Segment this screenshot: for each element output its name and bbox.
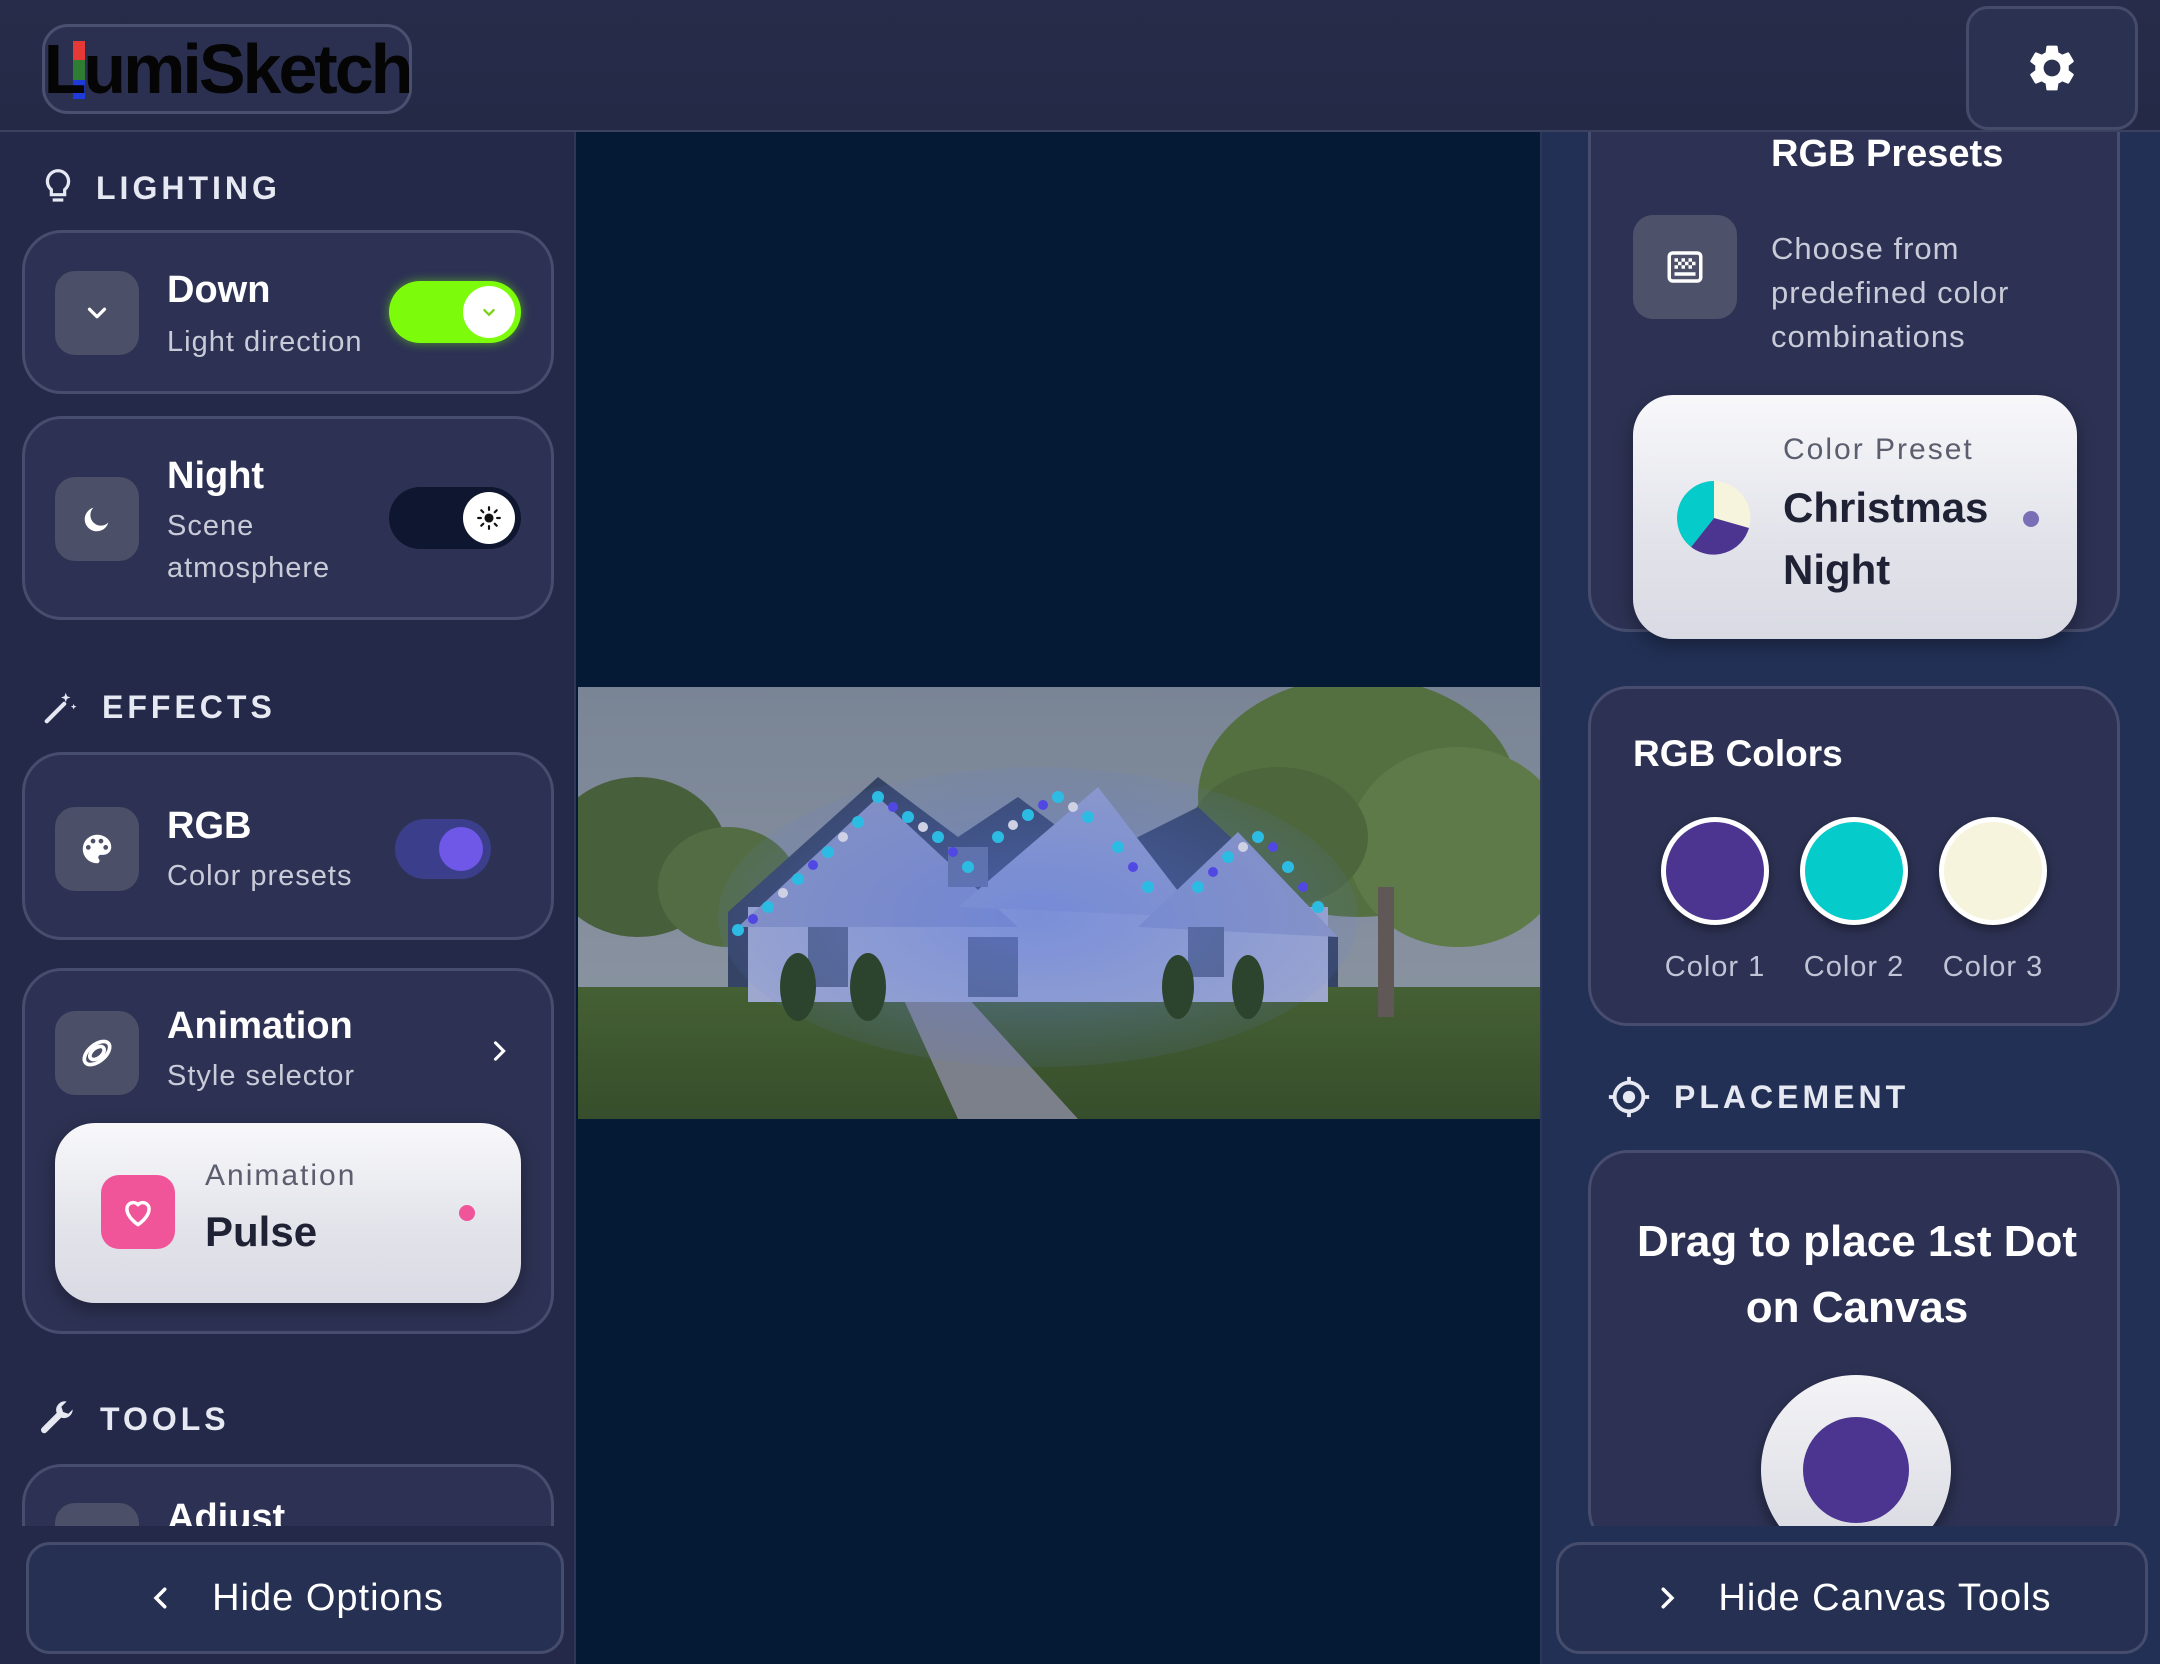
animation-title: Animation [167, 1005, 353, 1047]
animation-select[interactable]: Animation Pulse [55, 1123, 521, 1303]
wrench-icon [41, 1401, 73, 1434]
dot-color [1803, 1417, 1909, 1523]
lighting-heading-text: LIGHTING [96, 169, 281, 206]
color-swatch-2-label: Color 2 [1803, 951, 1905, 983]
light-direction-toggle[interactable] [389, 281, 521, 343]
top-bar: LumiSketch [0, 0, 2160, 132]
rgb-presets-card: RGB Presets Choose from predefined color… [1588, 132, 2120, 639]
hide-canvas-tools-button[interactable]: Hide Canvas Tools [1556, 1542, 2148, 1654]
placement-heading-text: PLACEMENT [1674, 1078, 1910, 1115]
checkerboard-icon [1633, 215, 1737, 319]
color-swatch-1[interactable] [1661, 817, 1769, 925]
rgb-presets-description: Choose from predefined color combination… [1771, 231, 2010, 354]
lightbulb-icon [45, 169, 71, 202]
rgb-toggle[interactable] [395, 819, 491, 879]
scene-toggle[interactable] [389, 487, 521, 549]
chevron-left-icon [153, 1587, 167, 1609]
tools-heading-text: TOOLS [100, 1400, 230, 1437]
color-swatch-2[interactable] [1800, 817, 1908, 925]
toggle-knob [463, 492, 515, 544]
app-logo[interactable]: LumiSketch [42, 24, 414, 114]
moon-icon [55, 477, 139, 561]
heart-icon [101, 1175, 175, 1249]
gear-icon [2030, 45, 2074, 91]
hide-canvas-tools-label: Hide Canvas Tools [1718, 1576, 2052, 1619]
sun-icon [477, 506, 501, 530]
options-panel: LIGHTING Down Light direction Night Scen… [0, 132, 576, 1664]
canvas-tools-panel: RGB Presets Choose from predefined color… [1540, 132, 2160, 1664]
preset-pie-icon [1677, 481, 1751, 555]
light-direction-subtitle: Light direction [167, 326, 363, 358]
canvas-area[interactable] [578, 132, 1540, 1664]
animation-subtitle: Style selector [167, 1060, 356, 1092]
color-preset-value: Christmas Night [1783, 484, 1989, 593]
hide-options-label: Hide Options [212, 1576, 444, 1619]
chevron-right-icon[interactable] [485, 1037, 513, 1065]
toggle-knob [463, 286, 515, 338]
chevron-right-icon [1661, 1587, 1675, 1609]
rgb-colors-title: RGB Colors [1633, 733, 1843, 774]
scene-subtitle: Scene atmosphere [167, 510, 331, 584]
magic-wand-icon [44, 692, 77, 724]
palette-icon [55, 807, 139, 891]
animation-select-value: Pulse [205, 1208, 318, 1255]
rgb-presets-title: RGB Presets [1771, 133, 2004, 175]
color-swatch-3[interactable] [1939, 817, 2047, 925]
color-swatch-3-label: Color 3 [1942, 951, 2044, 983]
lighting-heading: LIGHTING [42, 168, 281, 208]
scene-atmosphere-card[interactable]: Night Scene atmosphere [22, 416, 554, 620]
color-preset-label: Color Preset [1783, 433, 1974, 466]
tools-heading: TOOLS [36, 1398, 230, 1440]
toggle-knob [439, 827, 483, 871]
chevron-down-icon [55, 271, 139, 355]
effects-heading: EFFECTS [42, 688, 276, 726]
selected-dot [459, 1205, 475, 1221]
placement-instructions: Drag to place 1st Dot on Canvas [1636, 1217, 2078, 1332]
house-photo[interactable] [578, 687, 1540, 1119]
rings-icon [55, 1011, 139, 1095]
placement-card: Drag to place 1st Dot on Canvas [1588, 1150, 2120, 1565]
chevron-down-icon [483, 308, 495, 317]
color-preset-select[interactable]: Color Preset Christmas Night [1633, 395, 2077, 639]
rgb-effect-card[interactable]: RGB Color presets [22, 752, 554, 940]
effects-heading-text: EFFECTS [102, 688, 276, 725]
rgb-colors-card: RGB Colors Color 1 Color 2 Color 3 [1588, 686, 2120, 1026]
rgb-title: RGB [167, 805, 252, 847]
placement-heading: PLACEMENT [1606, 1074, 1909, 1120]
light-direction-title: Down [167, 269, 271, 311]
animation-select-label: Animation [205, 1159, 357, 1192]
color-swatch-1-label: Color 1 [1664, 951, 1766, 983]
light-direction-card[interactable]: Down Light direction [22, 230, 554, 394]
selected-dot [2023, 511, 2039, 527]
crosshair-icon [1608, 1076, 1650, 1118]
scene-title: Night [167, 455, 265, 497]
animation-card: Animation Style selector Animation Pulse [22, 968, 554, 1334]
rgb-subtitle: Color presets [167, 860, 353, 892]
logo-text: LumiSketch [43, 30, 414, 108]
hide-options-button[interactable]: Hide Options [26, 1542, 564, 1654]
settings-button[interactable] [1966, 6, 2138, 130]
